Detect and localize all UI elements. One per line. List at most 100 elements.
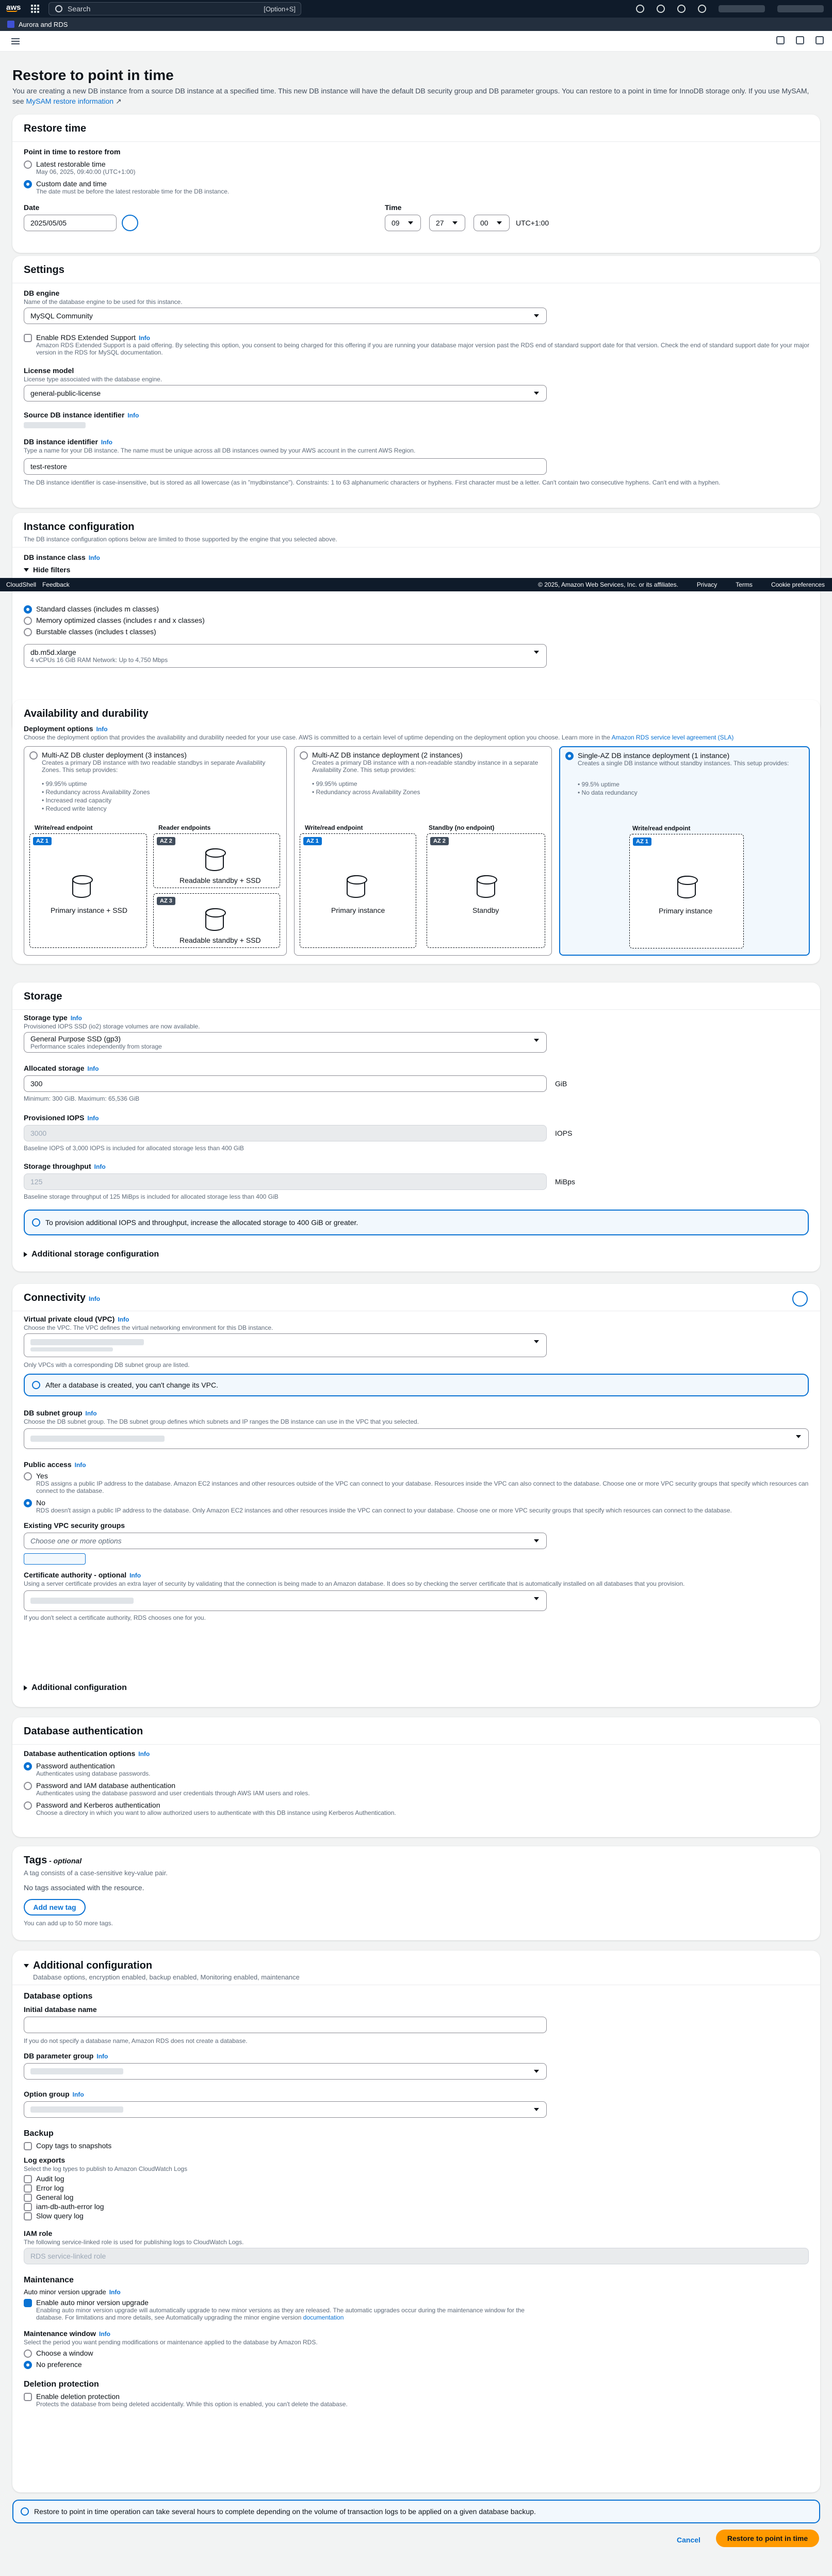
tags-heading: Tags xyxy=(24,1855,47,1866)
instance-config-heading: Instance configuration xyxy=(24,521,135,533)
settings-panel: Settings DB engine Name of the database … xyxy=(12,256,820,508)
throughput-input: 125 xyxy=(24,1173,547,1190)
general-log-checkbox[interactable]: General log xyxy=(24,2193,73,2202)
security-group-token[interactable] xyxy=(24,1553,86,1565)
notifications-panel-icon[interactable] xyxy=(776,36,785,44)
option-group-select[interactable] xyxy=(24,2101,547,2118)
audit-log-checkbox[interactable]: Audit log xyxy=(24,2175,64,2183)
account-menu[interactable] xyxy=(777,5,824,12)
additional-storage-toggle[interactable]: Additional storage configuration xyxy=(24,1250,159,1259)
aws-logo[interactable]: aws xyxy=(6,3,22,14)
sla-link[interactable]: Amazon RDS service level agreement (SLA) xyxy=(612,734,734,741)
minute-select[interactable]: 27 xyxy=(429,215,465,231)
hide-filters-toggle[interactable]: Hide filters xyxy=(24,566,70,574)
choose-window-radio[interactable]: Choose a window xyxy=(24,2349,93,2358)
license-select[interactable]: general-public-license xyxy=(24,385,547,401)
no-preference-radio[interactable]: No preference xyxy=(24,2360,82,2369)
certificate-authority-select[interactable] xyxy=(24,1590,547,1611)
vpc-alert: After a database is created, you can't c… xyxy=(24,1374,809,1396)
info-link[interactable]: Info xyxy=(139,334,150,342)
timezone-label: UTC+1:00 xyxy=(516,219,549,227)
privacy-link[interactable]: Privacy xyxy=(697,581,717,588)
additional-connectivity-toggle[interactable]: Additional configuration xyxy=(24,1683,127,1693)
az1-box: AZ 1 Primary instance + SSD xyxy=(29,833,147,948)
cookies-link[interactable]: Cookie preferences xyxy=(771,581,825,588)
region-selector[interactable] xyxy=(719,5,765,12)
param-group-select[interactable] xyxy=(24,2063,547,2080)
top-navigation: aws Search [Option+S] xyxy=(0,0,832,18)
standard-classes-radio[interactable]: Standard classes (includes m classes) xyxy=(24,605,159,614)
initial-db-name-input[interactable] xyxy=(24,2017,547,2033)
rds-service-icon xyxy=(7,21,14,28)
memory-optimized-radio[interactable]: Memory optimized classes (includes r and… xyxy=(24,616,205,625)
security-groups-select[interactable]: Choose one or more options xyxy=(24,1533,547,1549)
password-auth-radio[interactable]: Password authentication Authenticates usi… xyxy=(24,1762,150,1777)
auto-minor-upgrade-checkbox[interactable]: Enable auto minor version upgrade Enablin… xyxy=(24,2298,552,2321)
console-toolbar xyxy=(0,31,832,52)
allocated-storage-input[interactable]: 300 xyxy=(24,1075,547,1092)
help-icon[interactable] xyxy=(677,5,686,13)
time-label: Time xyxy=(385,203,402,212)
mysam-restore-link[interactable]: MySAM restore information xyxy=(26,97,113,105)
service-bar: Aurora and RDS xyxy=(0,18,832,31)
vpc-select[interactable] xyxy=(24,1333,547,1357)
license-label: License model xyxy=(24,366,74,375)
error-log-checkbox[interactable]: Error log xyxy=(24,2184,64,2193)
public-access-yes-radio[interactable]: Yes RDS assigns a public IP address to th… xyxy=(24,1472,810,1494)
second-select[interactable]: 00 xyxy=(474,215,510,231)
kerberos-auth-radio[interactable]: Password and Kerberos authentication Choo… xyxy=(24,1801,396,1816)
notifications-icon[interactable] xyxy=(657,5,665,13)
menu-icon[interactable] xyxy=(11,38,20,44)
rds-extended-support-checkbox[interactable]: Enable RDS Extended Support Info Amazon RD… xyxy=(24,333,810,356)
cloudshell-icon[interactable] xyxy=(636,5,644,13)
multi-az-cluster-card[interactable]: Multi-AZ DB cluster deployment (3 instan… xyxy=(24,746,287,956)
cloudshell-link[interactable]: CloudShell xyxy=(6,581,36,588)
info-panel-icon[interactable] xyxy=(796,36,804,44)
db-identifier-input[interactable]: test-restore xyxy=(24,458,547,475)
source-db-value xyxy=(24,422,86,428)
restore-button[interactable]: Restore to point in time xyxy=(716,2530,819,2547)
terms-link[interactable]: Terms xyxy=(736,581,753,588)
db-class-label: DB instance class Info xyxy=(24,553,100,561)
public-access-no-radio[interactable]: No RDS doesn't assign a public IP address… xyxy=(24,1499,810,1514)
iam-auth-error-log-checkbox[interactable]: iam-db-auth-error log xyxy=(24,2202,104,2211)
page-title: Restore to point in time xyxy=(12,67,174,83)
info-icon xyxy=(32,1218,40,1227)
custom-date-radio[interactable]: Custom date and time The date must be bef… xyxy=(24,180,229,195)
connectivity-heading: Connectivity xyxy=(24,1292,86,1303)
copy-tags-checkbox[interactable]: Copy tags to snapshots xyxy=(24,2142,111,2150)
deletion-protection-checkbox[interactable]: Enable deletion protection Protects the d… xyxy=(24,2392,348,2408)
burstable-classes-radio[interactable]: Burstable classes (includes t classes) xyxy=(24,627,156,636)
settings-panel-icon[interactable] xyxy=(815,36,824,44)
iam-role-input: RDS service-linked role xyxy=(24,2248,809,2264)
cancel-button[interactable]: Cancel xyxy=(671,2532,707,2548)
db-engine-select[interactable]: MySQL Community xyxy=(24,308,547,324)
restore-duration-alert: Restore to point in time operation can t… xyxy=(12,2500,820,2523)
date-input[interactable]: 2025/05/05 xyxy=(24,215,117,231)
slow-query-log-checkbox[interactable]: Slow query log xyxy=(24,2212,84,2220)
global-search-input[interactable]: Search [Option+S] xyxy=(48,2,301,15)
settings-icon[interactable] xyxy=(698,5,706,13)
multi-az-instance-card[interactable]: Multi-AZ DB instance deployment (2 insta… xyxy=(294,746,552,956)
hour-select[interactable]: 09 xyxy=(385,215,421,231)
storage-type-select[interactable]: General Purpose SSD (gp3) Performance sca… xyxy=(24,1032,547,1053)
search-shortcut: [Option+S] xyxy=(264,5,296,13)
iops-input: 3000 xyxy=(24,1125,547,1141)
services-grid-icon[interactable] xyxy=(31,5,39,13)
feedback-link[interactable]: Feedback xyxy=(42,581,70,588)
settings-heading: Settings xyxy=(24,264,64,276)
iam-auth-radio[interactable]: Password and IAM database authentication… xyxy=(24,1781,310,1797)
console-footer: CloudShell Feedback © 2025, Amazon Web S… xyxy=(0,578,832,591)
service-link[interactable]: Aurora and RDS xyxy=(19,21,68,28)
add-tag-button[interactable]: Add new tag xyxy=(24,1899,86,1915)
storage-heading: Storage xyxy=(24,991,62,1002)
refresh-icon[interactable] xyxy=(792,1291,808,1307)
search-icon xyxy=(55,5,62,12)
calendar-icon[interactable] xyxy=(122,215,138,231)
subnet-group-select[interactable] xyxy=(24,1428,809,1449)
single-az-card[interactable]: Single-AZ DB instance deployment (1 inst… xyxy=(559,746,810,956)
latest-restorable-radio[interactable]: Latest restorable time May 06, 2025, 09:4… xyxy=(24,160,135,175)
additional-config-toggle[interactable]: Additional configuration xyxy=(24,1960,152,1972)
instance-class-select[interactable]: db.m5d.xlarge 4 vCPUs 16 GiB RAM Network:… xyxy=(24,644,547,668)
source-db-label: Source DB instance identifier Info xyxy=(24,411,139,419)
